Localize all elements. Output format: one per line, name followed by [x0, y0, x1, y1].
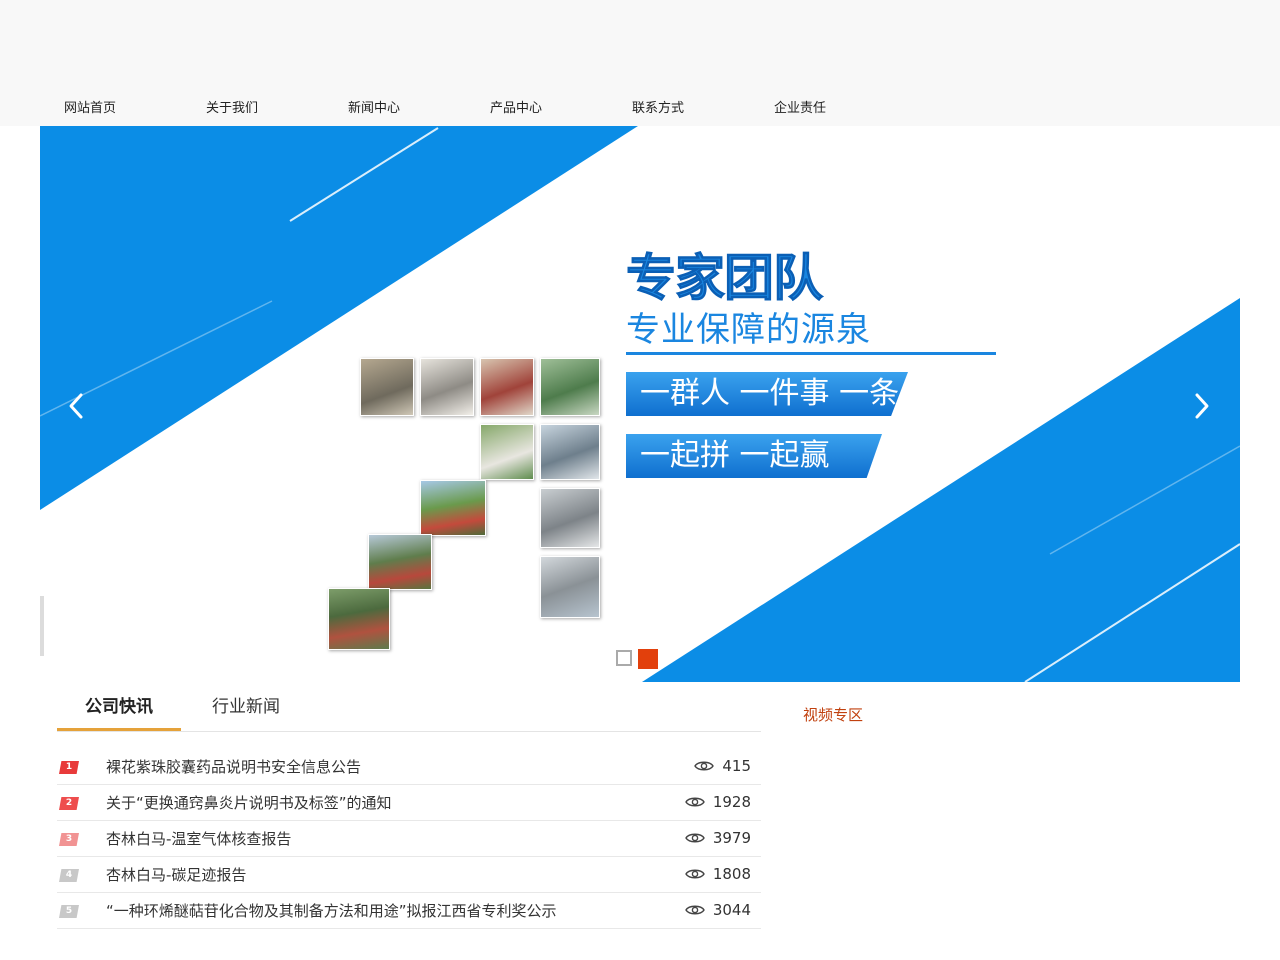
news-row: 4 杏林白马-碳足迹报告 1808: [57, 857, 761, 893]
banner-slogan-2: 一起拼 一起赢: [626, 434, 882, 478]
view-count: 1928: [684, 793, 751, 811]
news-title-link[interactable]: 裸花紫珠胶囊药品说明书安全信息公告: [106, 756, 361, 777]
carousel-dot-2[interactable]: [638, 649, 658, 669]
team-photo-lab-1: [360, 358, 414, 416]
view-count-number: 415: [722, 757, 751, 775]
news-panel: 公司快讯 行业新闻 1 裸花紫珠胶囊药品说明书安全信息公告 415 2 关于“更…: [57, 686, 761, 929]
eye-icon: [684, 869, 705, 879]
eye-icon: [694, 761, 715, 771]
team-photo-group-3: [328, 588, 390, 650]
tab-company-news[interactable]: 公司快讯: [57, 686, 181, 731]
news-list: 1 裸花紫珠胶囊药品说明书安全信息公告 415 2 关于“更换通窍鼻炎片说明书及…: [57, 749, 761, 929]
view-count: 3044: [684, 901, 751, 919]
view-count: 1808: [684, 865, 751, 883]
eye-icon: [684, 797, 705, 807]
view-count-number: 3044: [712, 901, 751, 919]
view-count: 3979: [684, 829, 751, 847]
hero-carousel: 专家团队 专业保障的源泉 一群人 一件事 一条心 一起拼 一起赢: [40, 126, 1240, 682]
news-tabs: 公司快讯 行业新闻: [57, 686, 761, 732]
eye-icon: [684, 833, 705, 843]
carousel-indicators: [616, 649, 658, 669]
view-count-number: 3979: [712, 829, 751, 847]
team-photo-production-2: [540, 556, 600, 618]
tab-industry-news[interactable]: 行业新闻: [181, 686, 311, 731]
carousel-prev-button[interactable]: [56, 386, 96, 426]
rank-badge: 2: [59, 797, 79, 810]
nav-news[interactable]: 新闻中心: [324, 98, 466, 120]
view-count: 415: [694, 757, 751, 775]
banner-subline: 专业保障的源泉: [626, 310, 871, 350]
main-nav: 网站首页 关于我们 新闻中心 产品中心 联系方式 企业责任: [40, 98, 892, 120]
rank-badge: 4: [59, 869, 79, 882]
rank-badge: 3: [59, 833, 79, 846]
chevron-left-icon: [69, 393, 83, 419]
view-count-number: 1928: [712, 793, 751, 811]
carousel-dot-1[interactable]: [616, 650, 632, 666]
header-bar: 网站首页 关于我们 新闻中心 产品中心 联系方式 企业责任: [0, 0, 1280, 126]
rank-badge: 1: [59, 761, 79, 774]
news-title-link[interactable]: 杏林白马-碳足迹报告: [106, 864, 246, 885]
video-section-title[interactable]: 视频专区: [803, 704, 863, 725]
eye-icon: [684, 905, 705, 915]
view-count-number: 1808: [712, 865, 751, 883]
banner-headline: 专家团队: [626, 249, 824, 308]
news-row: 1 裸花紫珠胶囊药品说明书安全信息公告 415: [57, 749, 761, 785]
team-photo-field: [480, 424, 534, 480]
banner-divider: [626, 352, 996, 355]
nav-home[interactable]: 网站首页: [40, 98, 182, 120]
chevron-right-icon: [1195, 393, 1209, 419]
team-photo-meeting: [480, 358, 534, 416]
team-photo-production-1: [540, 488, 600, 548]
news-title-link[interactable]: 杏林白马-温室气体核查报告: [106, 828, 291, 849]
team-photo-lab-2: [420, 358, 474, 416]
nav-responsibility[interactable]: 企业责任: [750, 98, 892, 120]
nav-about[interactable]: 关于我们: [182, 98, 324, 120]
news-title-link[interactable]: 关于“更换通窍鼻炎片说明书及标签”的通知: [106, 792, 392, 813]
team-photo-group-1: [420, 480, 486, 536]
rank-badge: 5: [59, 905, 79, 918]
news-row: 2 关于“更换通窍鼻炎片说明书及标签”的通知 1928: [57, 785, 761, 821]
news-row: 5 “一种环烯醚萜苷化合物及其制备方法和用途”拟报江西省专利奖公示 3044: [57, 893, 761, 929]
team-photo-workshop: [540, 358, 600, 416]
carousel-next-button[interactable]: [1182, 386, 1222, 426]
team-photo-equipment: [540, 424, 600, 480]
banner-slogan-1: 一群人 一件事 一条心: [626, 372, 908, 416]
team-photo-group-2: [368, 534, 432, 590]
news-row: 3 杏林白马-温室气体核查报告 3979: [57, 821, 761, 857]
news-title-link[interactable]: “一种环烯醚萜苷化合物及其制备方法和用途”拟报江西省专利奖公示: [106, 900, 557, 921]
nav-products[interactable]: 产品中心: [466, 98, 608, 120]
nav-contact[interactable]: 联系方式: [608, 98, 750, 120]
